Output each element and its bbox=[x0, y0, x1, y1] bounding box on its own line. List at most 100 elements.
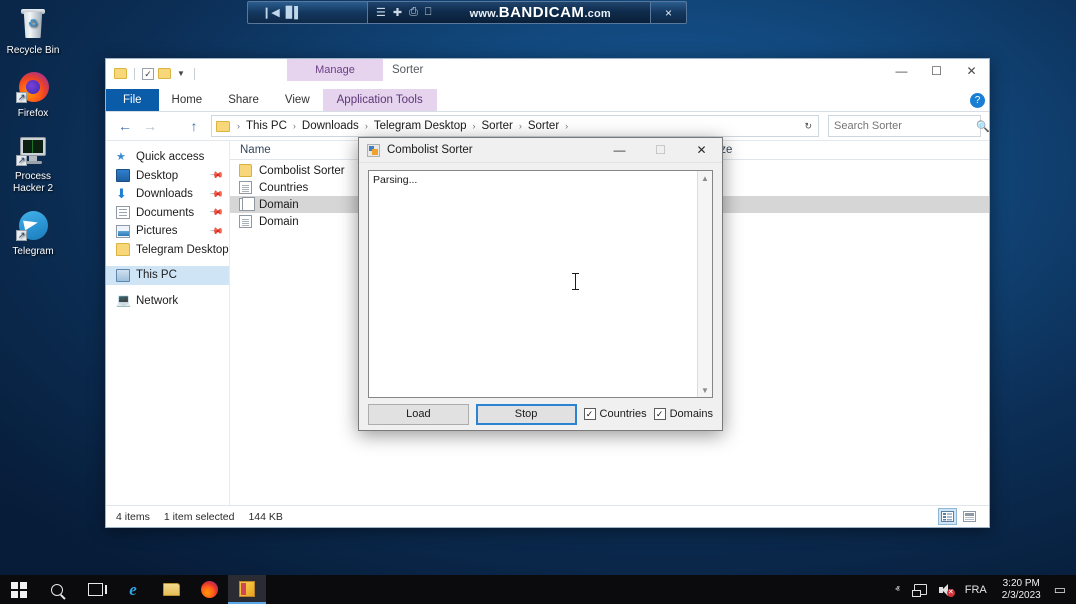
scroll-up-icon[interactable]: ▲ bbox=[698, 171, 712, 185]
sidebar-item-label: Documents bbox=[136, 207, 194, 219]
bandicam-record-controls[interactable]: ❙◀ ▊▌ bbox=[247, 1, 367, 24]
customize-caret-icon[interactable]: ▼ bbox=[177, 69, 185, 78]
capture-region-icon[interactable]: ⎙ bbox=[409, 6, 418, 19]
column-header-name[interactable]: Name bbox=[230, 144, 271, 156]
start-button[interactable] bbox=[0, 575, 38, 604]
minimize-button[interactable]: — bbox=[884, 59, 919, 83]
shortcut-arrow-icon: ↗ bbox=[16, 155, 27, 166]
domains-checkbox[interactable]: ✓ Domains bbox=[654, 408, 713, 420]
load-button[interactable]: Load bbox=[368, 404, 469, 425]
properties-icon[interactable]: ✓ bbox=[142, 68, 154, 80]
tab-share[interactable]: Share bbox=[215, 89, 272, 111]
checkbox-mark[interactable]: ✓ bbox=[584, 408, 596, 420]
combolist-sorter-dialog[interactable]: Combolist Sorter — ☐ ✕ Parsing... ▲ ▼ Lo… bbox=[358, 137, 723, 431]
log-text[interactable]: Parsing... bbox=[369, 171, 697, 397]
recent-locations-button[interactable]: ⱟ bbox=[164, 115, 180, 137]
log-scrollbar[interactable]: ▲ ▼ bbox=[697, 171, 712, 397]
desktop-icon-firefox[interactable]: ↗ Firefox bbox=[0, 71, 66, 120]
clock[interactable]: 3:20 PM 2/3/2023 bbox=[993, 578, 1050, 602]
search-input[interactable] bbox=[834, 120, 976, 132]
sorter-app-taskbar-button[interactable] bbox=[228, 575, 266, 604]
maximize-button[interactable]: ☐ bbox=[919, 59, 954, 83]
close-button[interactable]: ✕ bbox=[954, 59, 989, 83]
dialog-close-button[interactable]: ✕ bbox=[681, 138, 722, 162]
sidebar-item-quick-access[interactable]: ★ Quick access bbox=[106, 148, 229, 167]
log-textarea[interactable]: Parsing... ▲ ▼ bbox=[368, 170, 713, 398]
tab-view[interactable]: View bbox=[272, 89, 323, 111]
breadcrumb-item-downloads[interactable]: Downloads bbox=[300, 120, 361, 132]
checkbox-mark[interactable]: ✓ bbox=[654, 408, 666, 420]
bandicam-toolbar[interactable]: ❙◀ ▊▌ ☰ ✚ ⎙ ⎕ www.BANDICAM.com × bbox=[247, 0, 687, 25]
sidebar-item-network[interactable]: 💻 Network bbox=[106, 292, 229, 311]
taskbar-search-button[interactable] bbox=[38, 575, 76, 604]
large-icons-view-icon[interactable] bbox=[960, 508, 979, 525]
sidebar-item-desktop[interactable]: Desktop 📌 bbox=[106, 167, 229, 186]
stop-button[interactable]: Stop bbox=[476, 404, 577, 425]
dialog-window-buttons[interactable]: — ☐ ✕ bbox=[599, 138, 722, 162]
ribbon-tab-bar[interactable]: File Home Share View Application Tools ⱟ… bbox=[106, 89, 989, 112]
sidebar-item-telegram-desktop[interactable]: Telegram Desktop bbox=[106, 241, 229, 260]
countries-checkbox[interactable]: ✓ Countries bbox=[584, 408, 647, 420]
navigation-pane[interactable]: ★ Quick access Desktop 📌 ⬇ Downloads 📌 D… bbox=[106, 141, 230, 505]
internet-explorer-button[interactable]: e bbox=[114, 575, 152, 604]
back-button[interactable]: ← bbox=[114, 115, 136, 137]
ribbon-right-controls[interactable]: ⱟ ? bbox=[963, 89, 985, 112]
sidebar-item-this-pc[interactable]: This PC bbox=[106, 266, 229, 285]
desktop-icon-telegram[interactable]: ↗ Telegram bbox=[0, 209, 66, 258]
sidebar-item-documents[interactable]: Documents 📌 bbox=[106, 204, 229, 223]
help-icon[interactable]: ? bbox=[970, 93, 985, 108]
contextual-tab-group-manage[interactable]: Manage bbox=[287, 59, 383, 81]
crosshair-icon[interactable]: ✚ bbox=[393, 6, 402, 19]
desktop-icon-recycle-bin[interactable]: ♻ Recycle Bin bbox=[0, 8, 66, 57]
bandicam-close-button[interactable]: × bbox=[651, 1, 687, 24]
tab-file[interactable]: File bbox=[106, 89, 159, 111]
status-item-count: 4 items bbox=[116, 511, 164, 523]
file-explorer-button[interactable] bbox=[152, 575, 190, 604]
dialog-title-bar[interactable]: Combolist Sorter — ☐ ✕ bbox=[359, 138, 722, 163]
pause-icon[interactable]: ❙◀ bbox=[262, 6, 280, 19]
sidebar-item-downloads[interactable]: ⬇ Downloads 📌 bbox=[106, 185, 229, 204]
explorer-window-buttons[interactable]: — ☐ ✕ bbox=[884, 59, 989, 83]
show-hidden-icons-chevron[interactable]: ⱏ bbox=[887, 584, 907, 595]
explorer-title-bar[interactable]: ✓ ▼ Manage Sorter — ☐ ✕ bbox=[106, 59, 989, 89]
up-button[interactable]: ↑ bbox=[183, 115, 205, 137]
sidebar-item-label: This PC bbox=[136, 269, 177, 281]
network-tray-button[interactable] bbox=[908, 575, 933, 604]
task-view-button[interactable] bbox=[76, 575, 114, 604]
internet-explorer-icon: e bbox=[129, 580, 137, 600]
breadcrumb-item-sorter-2[interactable]: Sorter bbox=[526, 120, 561, 132]
dialog-minimize-button[interactable]: — bbox=[599, 138, 640, 162]
new-folder-icon[interactable] bbox=[158, 68, 171, 79]
system-tray[interactable]: ⱏ ✕ FRA 3:20 PM 2/3/2023 ▭ bbox=[887, 575, 1076, 604]
search-box[interactable]: 🔍 bbox=[828, 115, 981, 137]
notifications-icon[interactable]: ▭ bbox=[1050, 582, 1076, 598]
details-view-icon[interactable] bbox=[938, 508, 957, 525]
scroll-down-icon[interactable]: ▼ bbox=[698, 383, 712, 397]
desktop-icon-process-hacker[interactable]: ↗ Process Hacker 2 bbox=[0, 134, 66, 195]
tab-home[interactable]: Home bbox=[159, 89, 216, 111]
breadcrumb-item-sorter[interactable]: Sorter bbox=[480, 120, 515, 132]
search-icon[interactable]: 🔍 bbox=[976, 120, 990, 133]
view-toggle-group[interactable] bbox=[938, 508, 979, 525]
dialog-footer[interactable]: Load Stop ✓ Countries ✓ Domains bbox=[359, 398, 722, 430]
refresh-icon[interactable]: ↻ bbox=[804, 121, 812, 132]
firefox-taskbar-button[interactable] bbox=[190, 575, 228, 604]
taskbar[interactable]: e ⱏ ✕ FRA 3:20 PM 2/3/2023 ▭ bbox=[0, 575, 1076, 604]
bandicam-watermark-bar: ☰ ✚ ⎙ ⎕ www.BANDICAM.com bbox=[367, 1, 651, 24]
folder-icon bbox=[216, 121, 230, 132]
volume-tray-button[interactable]: ✕ bbox=[933, 575, 959, 604]
folder-icon[interactable] bbox=[114, 68, 127, 79]
tab-application-tools[interactable]: Application Tools bbox=[323, 89, 437, 111]
sidebar-item-pictures[interactable]: Pictures 📌 bbox=[106, 222, 229, 241]
breadcrumb[interactable]: › This PC › Downloads › Telegram Desktop… bbox=[211, 115, 819, 137]
forward-button[interactable]: → bbox=[139, 115, 161, 137]
star-icon: ★ bbox=[116, 151, 130, 164]
dialog-maximize-button[interactable]: ☐ bbox=[640, 138, 681, 162]
language-indicator[interactable]: FRA bbox=[959, 575, 993, 604]
file-name: Countries bbox=[259, 182, 308, 194]
breadcrumb-item-this-pc[interactable]: This PC bbox=[244, 120, 289, 132]
capture-window-icon[interactable]: ⎕ bbox=[425, 6, 432, 19]
breadcrumb-item-telegram-desktop[interactable]: Telegram Desktop bbox=[372, 120, 469, 132]
quick-access-toolbar[interactable]: ✓ ▼ bbox=[106, 59, 200, 83]
menu-icon[interactable]: ☰ bbox=[376, 6, 386, 19]
